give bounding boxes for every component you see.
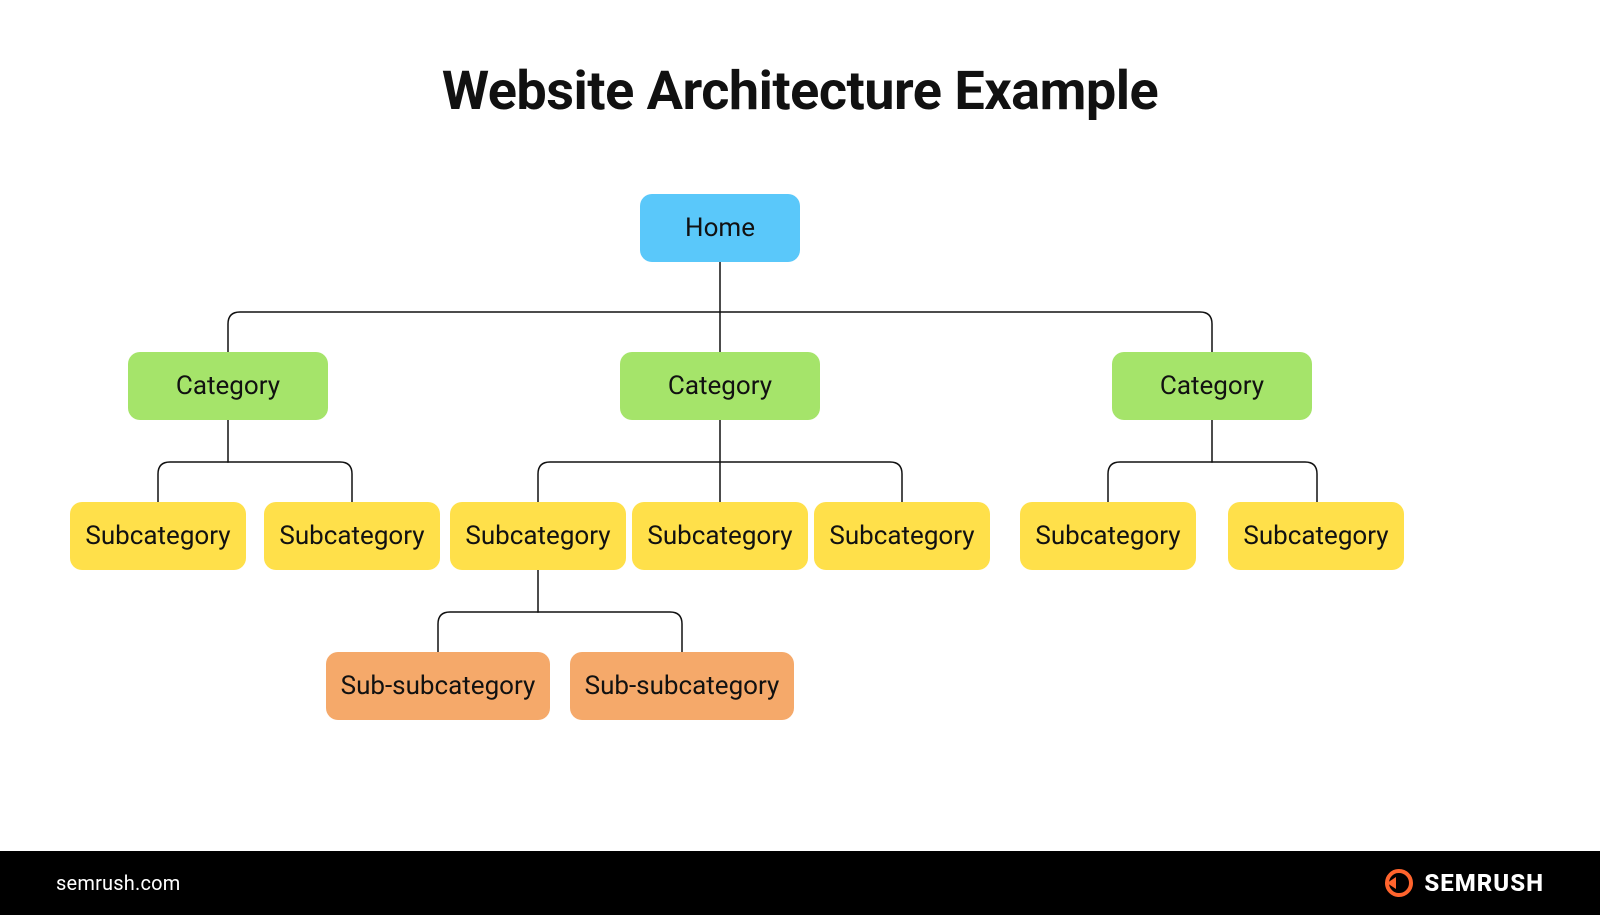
node-label: Sub-subcategory xyxy=(585,671,780,701)
node-subcategory: Subcategory xyxy=(632,502,808,570)
node-sub-subcategory: Sub-subcategory xyxy=(570,652,794,720)
node-label: Category xyxy=(176,371,280,401)
node-label: Sub-subcategory xyxy=(341,671,536,701)
node-category-1: Category xyxy=(128,352,328,420)
node-label: Subcategory xyxy=(465,521,610,551)
node-label: Subcategory xyxy=(279,521,424,551)
node-label: Subcategory xyxy=(1243,521,1388,551)
node-label: Subcategory xyxy=(647,521,792,551)
brand-icon xyxy=(1384,868,1414,898)
node-subcategory: Subcategory xyxy=(264,502,440,570)
node-label: Subcategory xyxy=(829,521,974,551)
connector-lines xyxy=(0,0,1600,915)
node-subcategory: Subcategory xyxy=(1020,502,1196,570)
node-subcategory: Subcategory xyxy=(1228,502,1404,570)
node-category-3: Category xyxy=(1112,352,1312,420)
node-label: Category xyxy=(668,371,772,401)
node-subcategory: Subcategory xyxy=(70,502,246,570)
footer-brand: SEMRUSH xyxy=(1384,868,1544,898)
node-home: Home xyxy=(640,194,800,262)
diagram-canvas: Website Architecture Example xyxy=(0,0,1600,915)
node-category-2: Category xyxy=(620,352,820,420)
page-title: Website Architecture Example xyxy=(0,60,1600,123)
node-label: Subcategory xyxy=(1035,521,1180,551)
node-label: Home xyxy=(685,213,755,243)
node-subcategory: Subcategory xyxy=(814,502,990,570)
node-subcategory: Subcategory xyxy=(450,502,626,570)
brand-name: SEMRUSH xyxy=(1424,869,1544,897)
node-sub-subcategory: Sub-subcategory xyxy=(326,652,550,720)
footer-bar: semrush.com SEMRUSH xyxy=(0,851,1600,915)
footer-url: semrush.com xyxy=(56,871,181,895)
node-label: Subcategory xyxy=(85,521,230,551)
node-label: Category xyxy=(1160,371,1264,401)
